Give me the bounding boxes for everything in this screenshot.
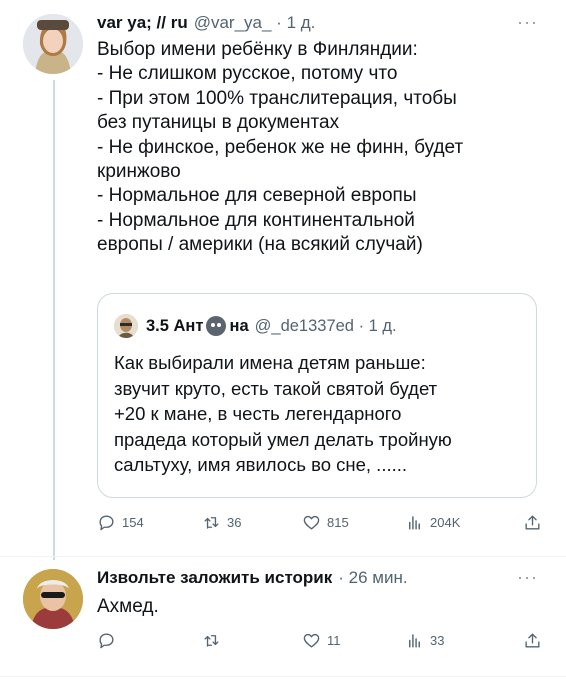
views-button[interactable]: 204K	[405, 513, 460, 532]
quoted-author-name[interactable]: 3.5 Ант на	[146, 316, 249, 336]
tweet-header: Извольте заложить историк · 26 мин.	[97, 567, 542, 589]
more-horizontal-icon[interactable]: ···	[517, 567, 538, 588]
quoted-tweet-header: 3.5 Ант на @_de1337ed · 1 д.	[114, 314, 397, 338]
quoted-author-name-part2: на	[229, 316, 249, 335]
like-button[interactable]: 11	[302, 631, 341, 650]
tweet-text-line: без путаницы в документах	[97, 112, 340, 134]
tweet-text: Выбор имени ребёнку в Финляндии: - Не сл…	[97, 38, 542, 258]
like-count: 11	[327, 632, 341, 648]
tweet-text: Ахмед.	[97, 596, 159, 617]
quoted-user-photo-icon	[114, 314, 138, 338]
views-count: 204K	[430, 514, 461, 530]
retweet-button[interactable]: 36	[202, 513, 241, 532]
views-button[interactable]: 33	[405, 631, 444, 650]
like-button[interactable]: 815	[302, 513, 349, 532]
avatar[interactable]	[23, 569, 83, 629]
reply-button[interactable]	[97, 631, 122, 650]
retweet-icon	[204, 516, 219, 529]
avatar[interactable]	[23, 14, 83, 74]
user-photo-icon	[23, 569, 83, 629]
heart-icon	[303, 633, 320, 648]
tweet-actions: 11 33	[97, 628, 542, 652]
views-bar-chart-icon	[409, 515, 420, 530]
heart-icon	[303, 515, 320, 530]
share-button[interactable]	[523, 513, 542, 532]
tweet-header: var ya; // ru @var_ya_ · 1 д.	[97, 12, 542, 34]
tweet-text-line: - При этом 100% транслитерация, чтобы	[97, 87, 457, 109]
tweet-text-line: - Не слишком русское, потому что	[97, 63, 398, 85]
retweet-count: 36	[227, 514, 242, 530]
author-name[interactable]: var ya; // ru	[97, 12, 188, 34]
views-count: 33	[430, 632, 445, 648]
retweet-button[interactable]	[202, 631, 227, 650]
reply-icon	[99, 514, 114, 530]
quoted-avatar[interactable]	[114, 314, 138, 338]
reply-button[interactable]: 154	[97, 513, 144, 532]
emoji-face-icon	[206, 316, 227, 336]
tweet-divider	[0, 556, 566, 557]
share-upload-icon	[525, 514, 540, 530]
tweet-text-line: Выбор имени ребёнку в Финляндии:	[97, 39, 418, 60]
quoted-tweet[interactable]: 3.5 Ант на @_de1337ed · 1 д. Как выбирал…	[97, 293, 537, 498]
tweet-divider	[0, 676, 566, 677]
quoted-tweet-text: Как выбирали имена детям раньше: звучит …	[114, 350, 452, 478]
tweet-main[interactable]: var ya; // ru @var_ya_ · 1 д. ··· Выбор …	[97, 12, 542, 258]
share-upload-icon	[525, 632, 540, 648]
reply-icon	[99, 632, 114, 648]
tweet-reply[interactable]: Извольте заложить историк · 26 мин. ··· …	[97, 567, 542, 619]
quoted-handle-time[interactable]: @_de1337ed · 1 д.	[255, 317, 397, 336]
quoted-author-name-part1: 3.5 Ант	[146, 316, 204, 335]
tweet-text-line: кринжово	[97, 161, 181, 183]
views-bar-chart-icon	[409, 633, 420, 648]
user-photo-icon	[23, 14, 83, 74]
tweet-text-line: - Не финское, ребенок же не финн, будет	[97, 136, 464, 158]
quoted-text-line: прадеда который умел делать тройную	[114, 428, 452, 450]
reply-count: 154	[122, 514, 144, 530]
tweet-text-line: европы / америки (на всякий случай)	[97, 234, 423, 256]
like-count: 815	[327, 514, 349, 530]
quoted-text-line: Как выбирали имена детям раньше:	[114, 352, 426, 373]
quoted-text-line: звучит круто, есть такой святой будет	[114, 377, 438, 399]
quoted-text-line: +20 к мане, в честь легендарного	[114, 403, 402, 424]
more-horizontal-icon[interactable]: ···	[517, 12, 538, 33]
quoted-text-line: сальтуху, имя явилось во сне, ......	[114, 454, 408, 475]
author-name[interactable]: Извольте заложить историк	[97, 567, 332, 589]
thread-connector-line	[53, 80, 55, 560]
share-button[interactable]	[523, 631, 542, 650]
tweet-actions: 154 36 815 204K	[97, 510, 542, 534]
tweet-text-line: - Нормальное для северной европы	[97, 185, 417, 207]
author-handle-time[interactable]: @var_ya_ · 1 д.	[194, 12, 316, 34]
author-handle-time[interactable]: · 26 мин.	[338, 567, 407, 589]
retweet-icon	[204, 634, 219, 647]
tweet-text-line: - Нормальное для континентальной	[97, 209, 415, 231]
